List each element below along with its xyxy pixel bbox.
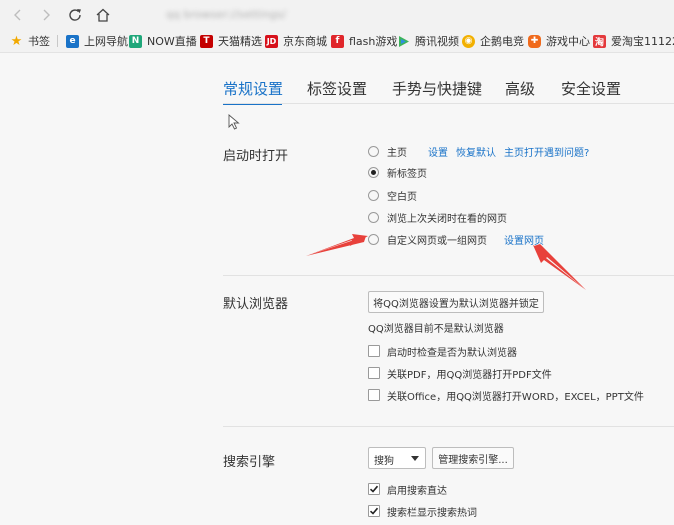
- tabs-divider: [223, 103, 674, 104]
- tab-tabs[interactable]: 标签设置: [307, 78, 367, 99]
- check-default-on-startup-label[interactable]: 启动时检查是否为默认浏览器: [387, 344, 517, 359]
- radio-new-tab[interactable]: [368, 167, 379, 178]
- bookmark-label: 腾讯视频: [415, 35, 459, 48]
- bookmark-label: NOW直播: [147, 35, 197, 48]
- check-default-on-startup-checkbox[interactable]: [368, 345, 380, 357]
- bookmark-item-taobao[interactable]: 淘 爱淘宝111222: [593, 33, 674, 49]
- radio-custom-pages-label[interactable]: 自定义网页或一组网页: [387, 232, 487, 247]
- bookmark-label: 书签: [28, 35, 50, 48]
- address-bar[interactable]: qq browser://settings/: [126, 2, 674, 28]
- associate-office-checkbox[interactable]: [368, 389, 380, 401]
- associate-office-label[interactable]: 关联Office，用QQ浏览器打开WORD，EXCEL，PPT文件: [387, 388, 644, 403]
- startup-section-title: 启动时打开: [223, 149, 289, 164]
- set-pages-link[interactable]: 设置网页: [504, 232, 544, 247]
- set-default-browser-button[interactable]: 将QQ浏览器设置为默认浏览器并锁定: [368, 291, 544, 313]
- bookmark-item-game-center[interactable]: ✚ 游戏中心: [528, 33, 590, 49]
- bookmark-item-bookmarks[interactable]: ★ 书签: [10, 33, 50, 49]
- radio-last-session[interactable]: [368, 212, 379, 223]
- bookmark-label: 爱淘宝111222: [611, 35, 674, 48]
- enable-search-direct-label[interactable]: 启用搜索直达: [387, 482, 447, 497]
- radio-blank-page-label[interactable]: 空白页: [387, 188, 417, 203]
- settings-page: 常规设置 标签设置 手势与快捷键 高级 安全设置 启动时打开 主页 设置 恢复默…: [0, 53, 674, 525]
- e-icon: e: [66, 34, 79, 48]
- back-arrow-icon: [14, 9, 21, 21]
- radio-last-session-label[interactable]: 浏览上次关闭时在看的网页: [387, 210, 507, 225]
- home-problem-link[interactable]: 主页打开遇到问题?: [504, 144, 589, 159]
- radio-home-page-label[interactable]: 主页: [387, 144, 407, 159]
- reload-button[interactable]: [64, 4, 86, 26]
- search-engine-section-title: 搜索引擎: [223, 455, 276, 470]
- bookmark-item-now[interactable]: N NOW直播: [129, 33, 197, 49]
- checkmark-icon: [369, 485, 379, 493]
- bookmark-item-nav[interactable]: e 上网导航: [66, 33, 128, 49]
- bookmarks-bar: ★ 书签 e 上网导航 N NOW直播 T 天猫精选 JD 京东商城 f fla…: [0, 30, 674, 53]
- bookmark-item-tencent-video[interactable]: 腾讯视频: [397, 33, 459, 49]
- bookmark-label: 游戏中心: [546, 35, 590, 48]
- tencent-video-icon: [397, 35, 410, 48]
- bookmark-separator: [57, 35, 58, 47]
- search-engine-value: 搜狗: [374, 456, 394, 467]
- flash-icon: f: [331, 34, 344, 48]
- bookmark-label: flash游戏: [349, 35, 398, 48]
- radio-new-tab-label[interactable]: 新标签页: [387, 165, 427, 180]
- restore-default-link[interactable]: 恢复默认: [456, 144, 496, 159]
- section-divider: [223, 275, 674, 276]
- home-settings-link[interactable]: 设置: [428, 144, 448, 159]
- now-icon: N: [129, 34, 142, 48]
- bookmark-label: 上网导航: [84, 35, 128, 48]
- tab-general[interactable]: 常规设置: [223, 78, 283, 99]
- show-hot-words-label[interactable]: 搜索栏显示搜索热词: [387, 504, 477, 519]
- bookmark-label: 京东商城: [283, 35, 327, 48]
- bookmark-item-jd[interactable]: JD 京东商城: [265, 33, 327, 49]
- manage-search-engines-button[interactable]: 管理搜索引擎...: [432, 447, 514, 469]
- show-hot-words-checkbox[interactable]: [368, 505, 380, 517]
- bookmark-label: 天猫精选: [218, 35, 262, 48]
- mouse-cursor-icon: [228, 114, 240, 130]
- radio-home-page[interactable]: [368, 146, 379, 157]
- tab-advanced[interactable]: 高级: [505, 78, 535, 99]
- forward-arrow-icon: [43, 9, 50, 21]
- section-divider: [223, 426, 674, 427]
- taobao-icon: 淘: [593, 34, 606, 48]
- jd-icon: JD: [265, 34, 278, 48]
- bookmark-item-tmall[interactable]: T 天猫精选: [200, 33, 262, 49]
- tab-security[interactable]: 安全设置: [561, 78, 621, 99]
- home-button[interactable]: [92, 4, 114, 26]
- back-button[interactable]: [7, 4, 29, 26]
- star-icon: ★: [10, 33, 23, 49]
- address-text: qq browser://settings/: [166, 8, 286, 21]
- enable-search-direct-checkbox[interactable]: [368, 483, 380, 495]
- search-engine-select[interactable]: 搜狗: [368, 447, 426, 469]
- chevron-down-icon: [411, 456, 419, 461]
- reload-icon: [69, 9, 81, 21]
- bookmark-item-esports[interactable]: ◉ 企鹅电竞: [462, 33, 524, 49]
- tab-gestures-shortcuts[interactable]: 手势与快捷键: [392, 78, 482, 99]
- browser-toolbar: qq browser://settings/: [0, 0, 674, 30]
- associate-pdf-checkbox[interactable]: [368, 367, 380, 379]
- radio-blank-page[interactable]: [368, 190, 379, 201]
- checkmark-icon: [369, 507, 379, 515]
- gamepad-icon: ✚: [528, 34, 541, 48]
- bookmark-label: 企鹅电竞: [480, 35, 524, 48]
- home-icon: [96, 8, 110, 22]
- bookmark-item-flash[interactable]: f flash游戏: [331, 33, 397, 49]
- tmall-icon: T: [200, 34, 213, 48]
- associate-pdf-label[interactable]: 关联PDF，用QQ浏览器打开PDF文件: [387, 366, 552, 381]
- default-browser-section-title: 默认浏览器: [223, 297, 289, 312]
- forward-button[interactable]: [35, 4, 57, 26]
- default-browser-status: QQ浏览器目前不是默认浏览器: [368, 324, 504, 335]
- radio-custom-pages[interactable]: [368, 234, 379, 245]
- penguin-icon: ◉: [462, 34, 475, 48]
